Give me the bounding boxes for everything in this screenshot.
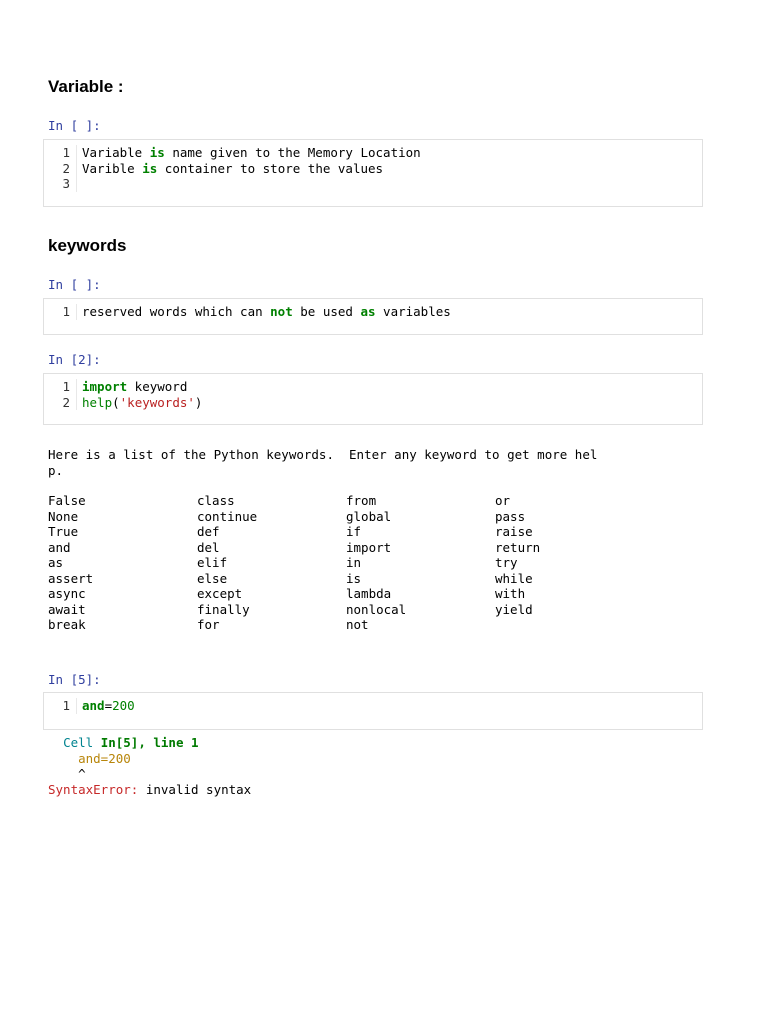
code-token: name given to the Memory Location bbox=[164, 145, 421, 160]
code-token: ( bbox=[112, 394, 120, 410]
error-cell-label: Cell bbox=[63, 735, 94, 750]
keyword-item: elif bbox=[197, 555, 228, 570]
code-token: as bbox=[360, 304, 376, 319]
line-number: 2 bbox=[44, 160, 77, 176]
keyword-item: in bbox=[346, 555, 362, 570]
line-number: 3 bbox=[44, 176, 77, 192]
code-token: Variable bbox=[82, 145, 150, 160]
keyword-item: nonlocal bbox=[346, 601, 407, 617]
code-text: help('keywords') bbox=[77, 395, 202, 411]
code-token: 'keywords' bbox=[119, 394, 195, 410]
code-token: reserved words which can bbox=[82, 304, 271, 319]
keyword-item: finally bbox=[197, 601, 250, 617]
code-text: and=200 bbox=[77, 698, 135, 714]
heading-keywords: keywords bbox=[48, 236, 127, 255]
code-token: and bbox=[82, 698, 105, 713]
line-number: 2 bbox=[44, 394, 77, 410]
help-intro-line: Here is a list of the Python keywords. E… bbox=[48, 447, 598, 462]
keyword-item: True bbox=[48, 524, 79, 539]
keyword-item: continue bbox=[197, 508, 258, 524]
code-token: ) bbox=[194, 394, 203, 410]
line-number: 1 bbox=[44, 379, 77, 395]
cell-prompt: In [ ]: bbox=[48, 118, 101, 133]
cell-prompt: In [ ]: bbox=[48, 277, 101, 292]
keyword-item: async bbox=[48, 586, 86, 601]
keyword-item: del bbox=[197, 539, 220, 555]
keyword-item: or bbox=[495, 493, 511, 508]
code-token: Varible bbox=[82, 160, 143, 176]
code-token: not bbox=[270, 304, 293, 319]
code-line[interactable]: 3 bbox=[44, 176, 702, 192]
help-intro-line: p. bbox=[48, 462, 64, 478]
code-token: container to store the values bbox=[157, 160, 384, 176]
keyword-item: and bbox=[48, 539, 71, 555]
keyword-item: as bbox=[48, 555, 64, 570]
keyword-item: None bbox=[48, 508, 79, 524]
code-line[interactable]: 1 and=200 bbox=[44, 698, 702, 714]
code-text: reserved words which can not be used as … bbox=[77, 304, 451, 320]
code-line[interactable]: 1 import keyword bbox=[44, 379, 702, 395]
help-output-intro: Here is a list of the Python keywords. E… bbox=[48, 447, 597, 478]
code-cell[interactable]: 1 Variable is name given to the Memory Lo… bbox=[43, 139, 703, 207]
keyword-item: assert bbox=[48, 570, 94, 586]
code-token: import bbox=[82, 379, 128, 394]
keyword-item: class bbox=[197, 493, 235, 508]
code-token: be used bbox=[292, 304, 361, 319]
cell-prompt: In [2]: bbox=[48, 352, 101, 367]
code-cell[interactable]: 1 reserved words which can not be used as… bbox=[43, 298, 703, 335]
error-output: Cell In[5], line 1 and=200 ^ SyntaxError… bbox=[48, 735, 251, 797]
keyword-item: False bbox=[48, 493, 86, 508]
keyword-item: import bbox=[346, 539, 392, 555]
code-token: 200 bbox=[112, 698, 135, 713]
code-cell[interactable]: 1 and=200 bbox=[43, 692, 703, 730]
keyword-item: def bbox=[197, 524, 220, 539]
keyword-item: pass bbox=[495, 508, 526, 524]
code-token: keyword bbox=[127, 379, 188, 394]
keyword-item: lambda bbox=[346, 586, 392, 601]
keyword-item: try bbox=[495, 555, 518, 570]
error-caret: ^ bbox=[78, 766, 86, 781]
keyword-item: return bbox=[495, 539, 541, 555]
code-token: help bbox=[82, 394, 113, 410]
keyword-item bbox=[495, 617, 615, 633]
line-number: 1 bbox=[44, 698, 77, 714]
keyword-item: while bbox=[495, 570, 533, 586]
code-token: = bbox=[104, 698, 113, 713]
cell-prompt: In [5]: bbox=[48, 672, 101, 687]
keyword-item: from bbox=[346, 493, 377, 508]
code-line[interactable]: 2 help('keywords') bbox=[44, 394, 702, 411]
error-cell-location: In[5], line 1 bbox=[100, 735, 199, 750]
keyword-item: not bbox=[346, 617, 369, 632]
code-token: variables bbox=[375, 304, 451, 319]
error-code-line: and=200 bbox=[78, 750, 131, 766]
keyword-item: await bbox=[48, 601, 86, 617]
code-line[interactable]: 1 reserved words which can not be used as… bbox=[44, 304, 702, 320]
keyword-item: for bbox=[197, 617, 220, 632]
code-line[interactable]: 2 Varible is container to store the value… bbox=[44, 160, 702, 177]
code-token: is bbox=[142, 160, 158, 176]
error-message: invalid syntax bbox=[138, 781, 252, 797]
line-number: 1 bbox=[44, 145, 77, 161]
keyword-item: raise bbox=[495, 524, 533, 539]
keyword-item: yield bbox=[495, 601, 533, 617]
keyword-item: if bbox=[346, 524, 362, 539]
keyword-item: break bbox=[48, 617, 86, 632]
error-name: SyntaxError: bbox=[48, 781, 139, 797]
code-text: import keyword bbox=[77, 379, 187, 395]
keyword-item: global bbox=[346, 508, 392, 524]
code-token: is bbox=[149, 145, 165, 160]
heading-variable: Variable : bbox=[48, 77, 124, 96]
code-line[interactable]: 1 Variable is name given to the Memory Lo… bbox=[44, 145, 702, 161]
code-text: Variable is name given to the Memory Loc… bbox=[77, 145, 421, 161]
keyword-item: except bbox=[197, 586, 243, 601]
line-number: 1 bbox=[44, 304, 77, 320]
keyword-item: else bbox=[197, 570, 228, 586]
code-text: Varible is container to store the values bbox=[77, 161, 383, 177]
keyword-item: is bbox=[346, 570, 362, 586]
keywords-table: False class from or None continue global pass Tr… bbox=[48, 493, 615, 633]
code-cell[interactable]: 1 import keyword 2 help('keywords') bbox=[43, 373, 703, 425]
keyword-item: with bbox=[495, 586, 526, 601]
